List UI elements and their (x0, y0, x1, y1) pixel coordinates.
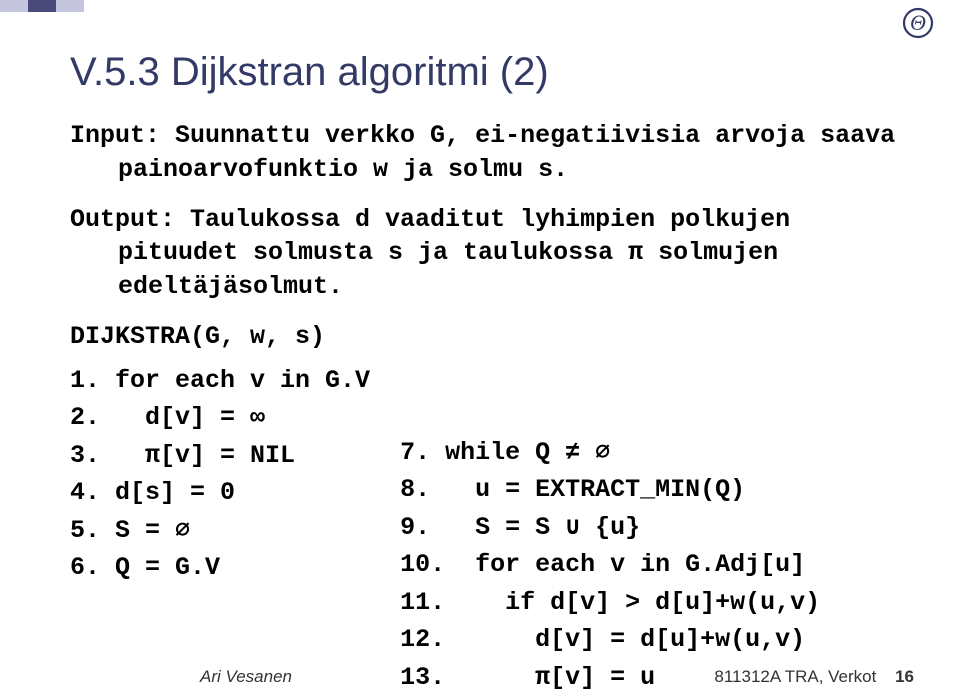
algo-left-line: 6. Q = G.V (70, 553, 220, 582)
output-paragraph: Output: Taulukossa d vaaditut lyhimpien … (70, 203, 900, 304)
slide-body: Input: Suunnattu verkko G, ei-negatiivis… (70, 119, 900, 696)
algo-name: DIJKSTRA(G, w, s) (70, 320, 900, 354)
algo-right-column: 7. while Q ≠ ∅ 8. u = EXTRACT_MIN(Q) 9. … (400, 434, 820, 697)
algo-left-column: 1. for each v in G.V 2. d[v] = ∞ 3. π[v]… (70, 362, 370, 697)
algo-right-line: 8. u = EXTRACT_MIN(Q) (400, 475, 745, 504)
algo-left-line: 3. π[v] = NIL (70, 441, 295, 470)
theta-icon: Θ (900, 6, 936, 40)
footer-course-text: 811312A TRA, Verkot (714, 667, 876, 686)
top-left-decoration (0, 0, 84, 12)
algo-left-line: 2. d[v] = ∞ (70, 403, 265, 432)
algo-right-line: 9. S = S ∪ {u} (400, 513, 640, 542)
footer-course: 811312A TRA, Verkot 16 (714, 667, 914, 687)
algo-right-line: 11. if d[v] > d[u]+w(u,v) (400, 588, 820, 617)
slide-content: V.5.3 Dijkstran algoritmi (2) Input: Suu… (0, 0, 960, 696)
footer: Ari Vesanen 811312A TRA, Verkot 16 (0, 667, 960, 687)
algo-right-line: 12. d[v] = d[u]+w(u,v) (400, 625, 805, 654)
algo-left-line: 4. d[s] = 0 (70, 478, 235, 507)
slide-title: V.5.3 Dijkstran algoritmi (2) (70, 50, 900, 95)
footer-author: Ari Vesanen (200, 667, 292, 687)
algo-left-line: 5. S = ∅ (70, 516, 190, 545)
algo-right-line: 7. while Q ≠ ∅ (400, 438, 610, 467)
input-paragraph: Input: Suunnattu verkko G, ei-negatiivis… (70, 119, 900, 187)
algo-left-line: 1. for each v in G.V (70, 366, 370, 395)
algorithm-columns: 1. for each v in G.V 2. d[v] = ∞ 3. π[v]… (70, 362, 900, 697)
svg-text:Θ: Θ (910, 10, 926, 35)
footer-page-number: 16 (895, 667, 914, 686)
algo-right-line: 10. for each v in G.Adj[u] (400, 550, 805, 579)
